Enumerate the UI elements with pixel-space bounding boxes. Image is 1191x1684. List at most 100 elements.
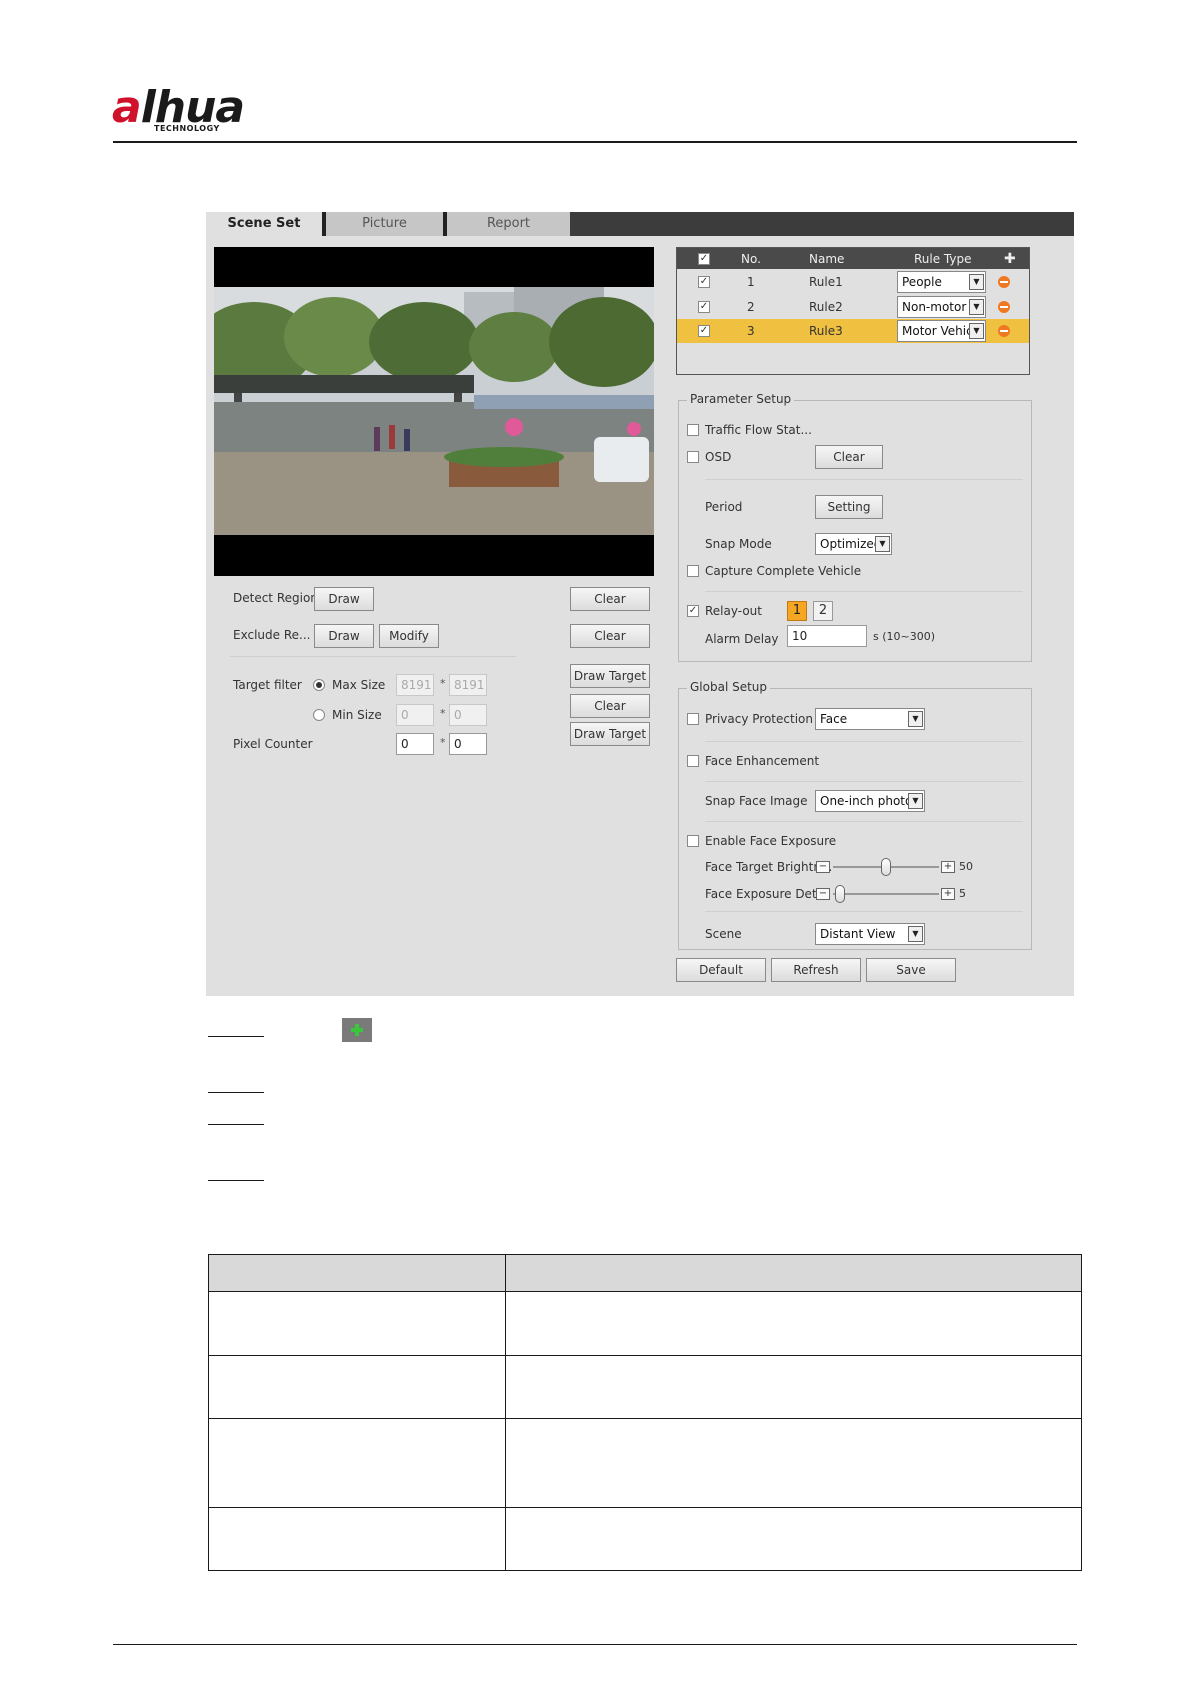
separator [230,656,516,657]
rule-name: Rule1 [809,275,843,289]
table-row [208,1291,1082,1356]
select-all-checkbox[interactable]: ✓ [698,253,710,265]
period-setting-button[interactable]: Setting [815,495,883,519]
alarm-delay-input[interactable]: 10 [787,625,867,647]
snap-mode-select[interactable]: Optimized ▼ [815,533,892,555]
add-rule-icon[interactable]: ✚ [1004,248,1016,269]
rule-type-select[interactable]: People ▼ [897,271,986,293]
rule-checkbox[interactable]: ✓ [698,301,710,313]
max-size-width-input[interactable]: 8191 [396,674,434,696]
times-sign: * [440,707,446,720]
period-label: Period [705,500,743,514]
parameter-setup-group: Parameter Setup Traffic Flow Stat... OSD… [678,392,1032,662]
max-size-height-input[interactable]: 8191 [449,674,487,696]
min-size-label: Min Size [332,708,382,722]
rule-no: 1 [747,275,755,289]
rule-row[interactable]: ✓ 2 Rule2 Non-motor V ▼ [677,295,1029,319]
osd-checkbox[interactable] [687,451,699,463]
face-enhancement-checkbox[interactable] [687,755,699,767]
relay-out-checkbox[interactable]: ✓ [687,605,699,617]
osd-label: OSD [705,450,732,464]
max-size-radio[interactable] [313,679,325,691]
tab-report[interactable]: Report [447,212,570,236]
exclude-region-clear-button[interactable]: Clear [570,624,650,648]
min-size-width-input[interactable]: 0 [396,704,434,726]
rule-checkbox[interactable]: ✓ [698,325,710,337]
min-size-radio[interactable] [313,709,325,721]
relay-out-label: Relay-out [705,604,762,618]
privacy-protection-checkbox[interactable] [687,713,699,725]
exclude-region-draw-button[interactable]: Draw [314,624,374,648]
separator [705,741,1023,742]
relay-1-button[interactable]: 1 [787,601,807,621]
plus-icon[interactable]: + [941,888,955,900]
exposure-slider-thumb[interactable] [835,885,845,903]
exposure-slider-track[interactable] [833,893,939,895]
pixel-counter-height-input[interactable]: 0 [449,733,487,755]
rule-type-select[interactable]: Non-motor V ▼ [897,296,986,318]
snap-mode-value: Optimized [820,537,882,551]
header-rule [113,141,1077,143]
rule-name: Rule3 [809,324,843,338]
refresh-button[interactable]: Refresh [771,958,861,982]
exposure-value: 5 [959,887,966,900]
capture-complete-checkbox[interactable] [687,565,699,577]
separator [705,591,1023,592]
separator [705,781,1023,782]
rule-checkbox[interactable]: ✓ [698,276,710,288]
delete-rule-icon[interactable] [998,301,1010,313]
pixel-counter-label: Pixel Counter [233,737,313,751]
rule-row-selected[interactable]: ✓ 3 Rule3 Motor Vehic ▼ [677,319,1029,343]
exclude-region-modify-button[interactable]: Modify [379,624,439,648]
table-row [208,1355,1082,1419]
scene-image [214,287,654,535]
video-preview[interactable] [214,247,654,576]
min-size-height-input[interactable]: 0 [449,704,487,726]
privacy-protection-select[interactable]: Face ▼ [815,708,925,730]
delete-rule-icon[interactable] [998,325,1010,337]
relay-2-button[interactable]: 2 [813,601,833,621]
scene-label: Scene [705,927,742,941]
plus-icon[interactable]: + [941,861,955,873]
enable-face-exposure-checkbox[interactable] [687,835,699,847]
max-size-label: Max Size [332,678,386,692]
rule-name: Rule2 [809,300,843,314]
tab-bar: Scene Set Picture Report [206,212,1074,236]
global-setup-title: Global Setup [687,680,771,694]
scene-select[interactable]: Distant View ▼ [815,923,925,945]
minus-icon[interactable]: − [816,888,830,900]
add-icon [342,1018,372,1042]
osd-clear-button[interactable]: Clear [815,445,883,469]
delete-rule-icon[interactable] [998,276,1010,288]
separator [705,911,1023,912]
tab-scene-set[interactable]: Scene Set [206,212,322,236]
pixel-counter-width-input[interactable]: 0 [396,733,434,755]
times-sign: * [440,677,446,690]
draw-target-button[interactable]: Draw Target [570,664,650,688]
detect-region-draw-button[interactable]: Draw [314,587,374,611]
save-button[interactable]: Save [866,958,956,982]
pixel-counter-draw-target-button[interactable]: Draw Target [570,722,650,746]
minus-icon[interactable]: − [816,861,830,873]
chevron-down-icon: ▼ [969,323,984,339]
snap-face-select[interactable]: One-inch photo ▼ [815,790,925,812]
detect-region-clear-button[interactable]: Clear [570,587,650,611]
default-button[interactable]: Default [676,958,766,982]
face-enhancement-label: Face Enhancement [705,754,820,768]
chevron-down-icon: ▼ [875,536,890,552]
brightness-slider-thumb[interactable] [881,858,891,876]
separator [705,479,1023,480]
traffic-flow-checkbox[interactable] [687,424,699,436]
tab-picture[interactable]: Picture [326,212,443,236]
step-marker [208,1124,264,1125]
chevron-down-icon: ▼ [908,926,923,942]
rule-type-value: People [902,275,942,289]
rule-row[interactable]: ✓ 1 Rule1 People ▼ [677,270,1029,294]
face-target-brightness-label: Face Target Brightn... [705,860,833,874]
step-marker [208,1036,264,1037]
capture-complete-label: Capture Complete Vehicle [705,564,862,578]
rule-type-select[interactable]: Motor Vehic ▼ [897,320,986,342]
target-filter-clear-button[interactable]: Clear [570,694,650,718]
chevron-down-icon: ▼ [908,711,923,727]
alarm-delay-range: s (10~300) [873,630,936,643]
